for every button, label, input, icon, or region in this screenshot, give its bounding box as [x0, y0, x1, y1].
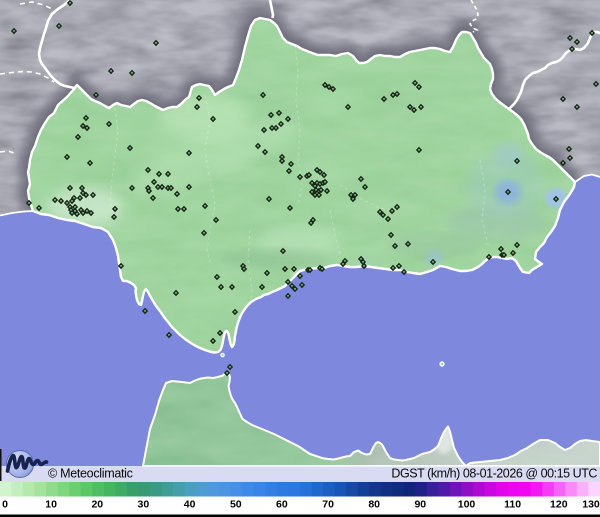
svg-text:130: 130: [582, 499, 600, 511]
svg-text:10: 10: [45, 499, 57, 511]
svg-text:70: 70: [322, 499, 334, 511]
svg-text:20: 20: [91, 499, 103, 511]
svg-text:DGST (km/h) 08-01-2026 @ 00:1: DGST (km/h) 08-01-2026 @ 00:15 UTC: [391, 467, 597, 481]
svg-text:60: 60: [276, 499, 288, 511]
svg-text:80: 80: [368, 499, 380, 511]
svg-text:90: 90: [414, 499, 426, 511]
svg-text:120: 120: [550, 499, 568, 511]
svg-text:© Meteoclimatic: © Meteoclimatic: [48, 467, 133, 481]
svg-text:100: 100: [458, 499, 476, 511]
svg-text:30: 30: [138, 499, 150, 511]
svg-text:110: 110: [504, 499, 521, 511]
svg-text:0: 0: [2, 499, 8, 511]
svg-text:40: 40: [184, 499, 196, 511]
svg-text:50: 50: [230, 499, 242, 511]
